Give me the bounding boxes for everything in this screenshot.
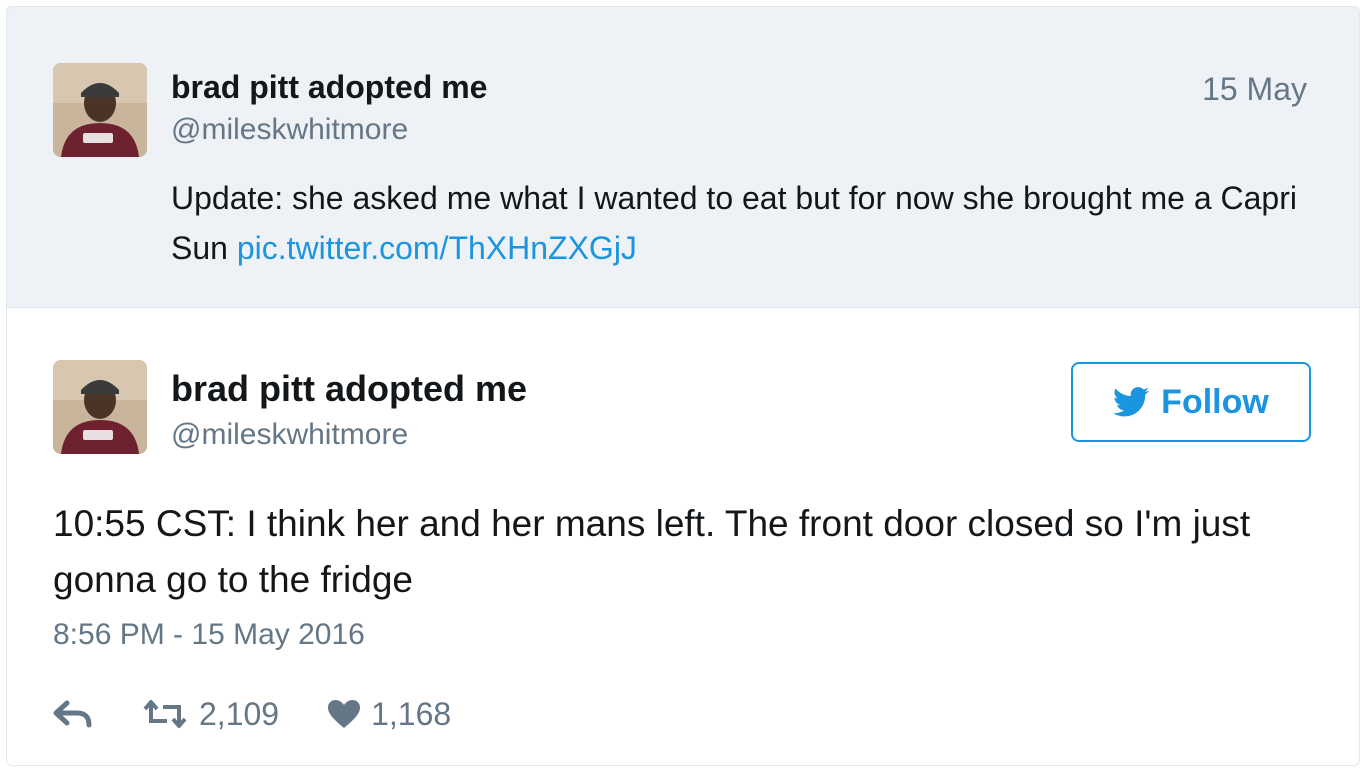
avatar[interactable] (53, 63, 147, 157)
tweet-text: 10:55 CST: I think her and her mans left… (53, 503, 1251, 600)
retweet-count: 2,109 (199, 695, 280, 732)
reply-icon (53, 700, 92, 728)
like-count: 1,168 (371, 695, 452, 732)
avatar-image (53, 63, 147, 157)
avatar-image (53, 360, 147, 454)
bird-icon (1113, 387, 1150, 417)
tweet-date[interactable]: 15 May (1202, 71, 1307, 108)
display-name[interactable]: brad pitt adopted me (171, 368, 527, 410)
follow-button[interactable]: Follow (1071, 362, 1311, 442)
like-button[interactable]: 1,168 (327, 696, 451, 733)
tweet-text: Update: she asked me what I wanted to ea… (171, 173, 1311, 273)
handle[interactable]: @mileskwhitmore (171, 113, 408, 147)
parent-tweet[interactable]: brad pitt adopted me @mileskwhitmore 15 … (7, 7, 1359, 308)
follow-label: Follow (1161, 382, 1269, 421)
handle[interactable]: @mileskwhitmore (171, 418, 408, 452)
reply-button[interactable] (53, 699, 93, 729)
heart-icon (328, 700, 361, 728)
tweet-timestamp[interactable]: 8:56 PM - 15 May 2016 (53, 618, 365, 652)
retweet-icon (143, 700, 187, 728)
main-tweet: brad pitt adopted me @mileskwhitmore Fol… (7, 308, 1359, 765)
display-name[interactable]: brad pitt adopted me (171, 69, 487, 106)
tweet-actions: 2,109 1,168 (53, 692, 499, 736)
tweet-embed: brad pitt adopted me @mileskwhitmore 15 … (6, 6, 1360, 766)
retweet-button[interactable]: 2,109 (141, 696, 279, 733)
media-link[interactable]: pic.twitter.com/ThXHnZXGjJ (237, 230, 637, 266)
avatar[interactable] (53, 360, 147, 454)
